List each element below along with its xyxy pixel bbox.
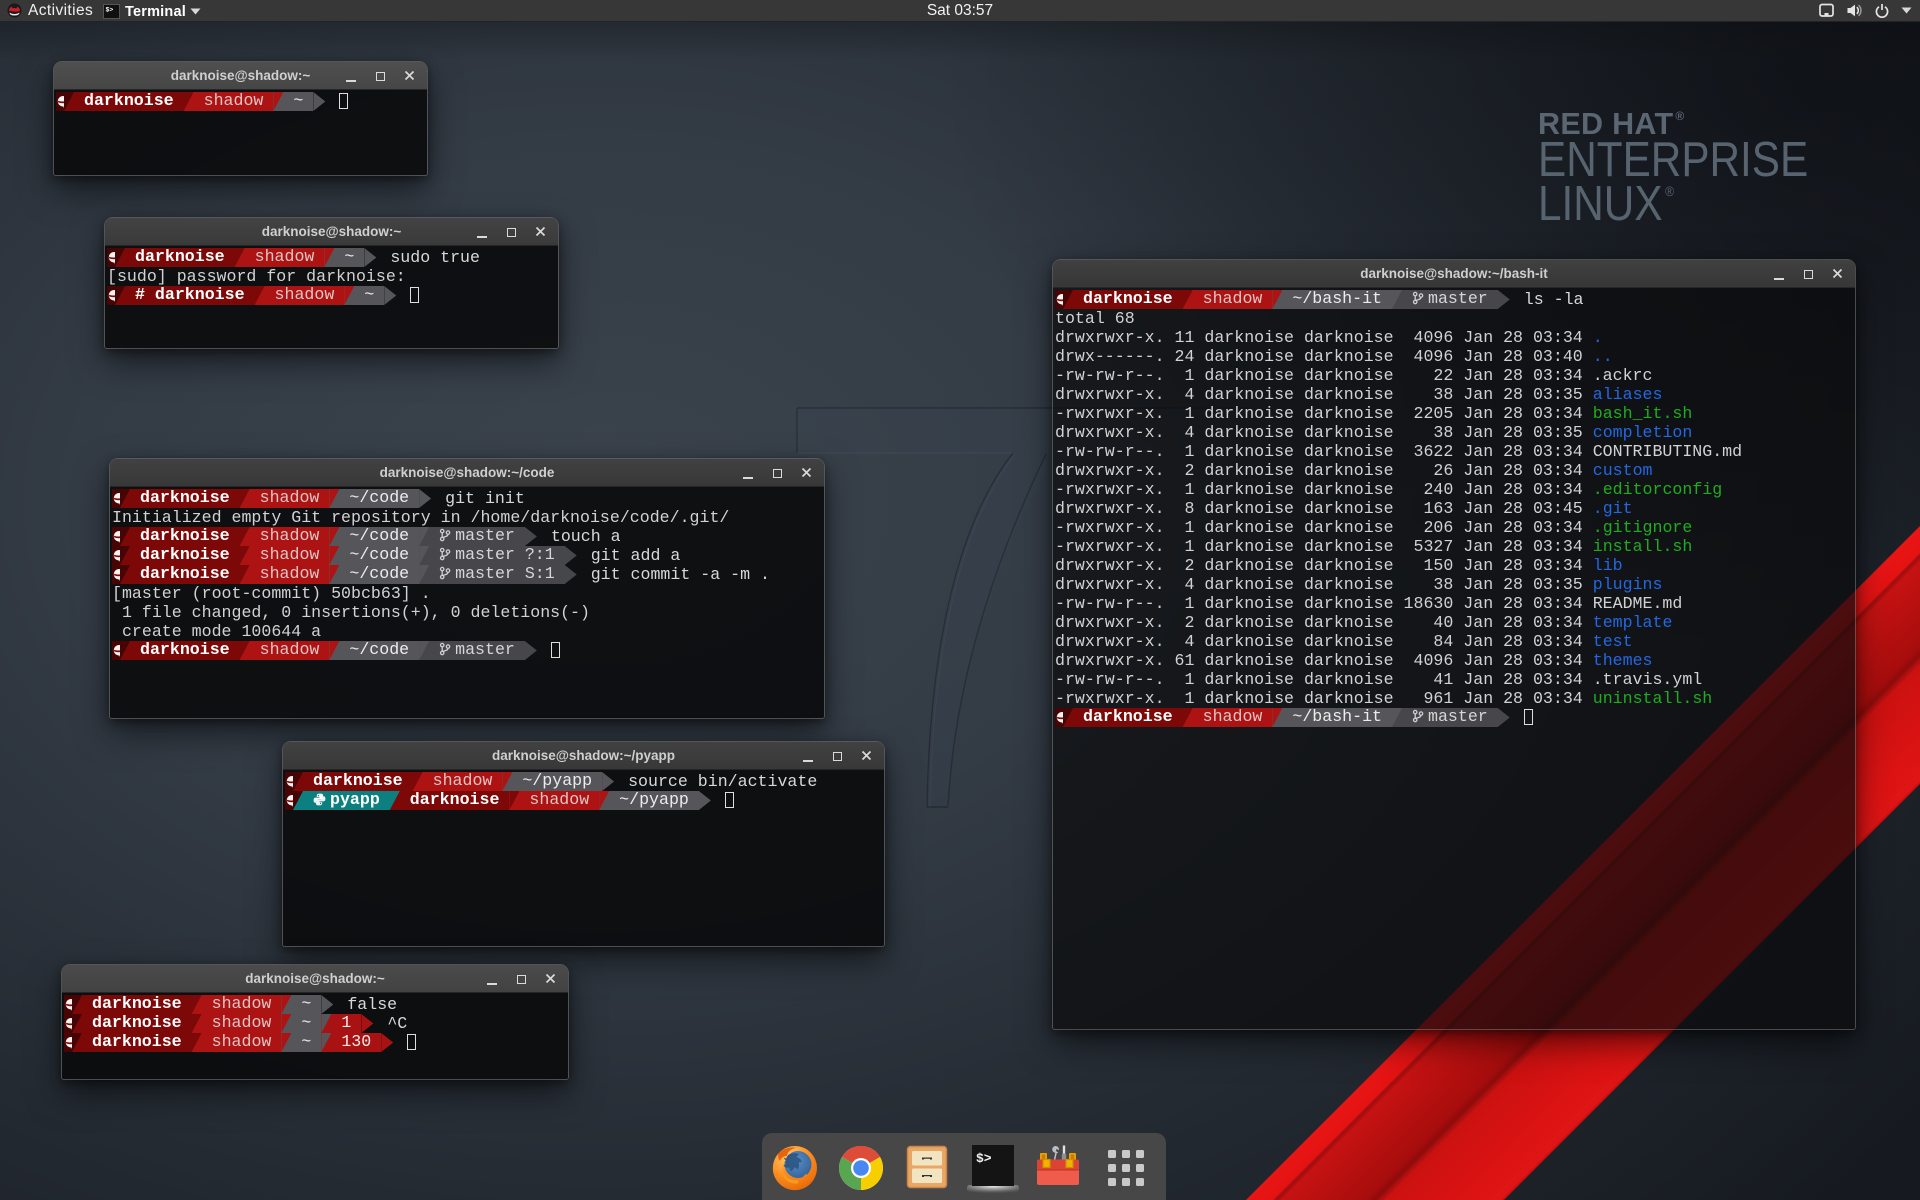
svg-text:$>: $> [106,7,114,14]
svg-text:$>: $> [976,1151,992,1166]
